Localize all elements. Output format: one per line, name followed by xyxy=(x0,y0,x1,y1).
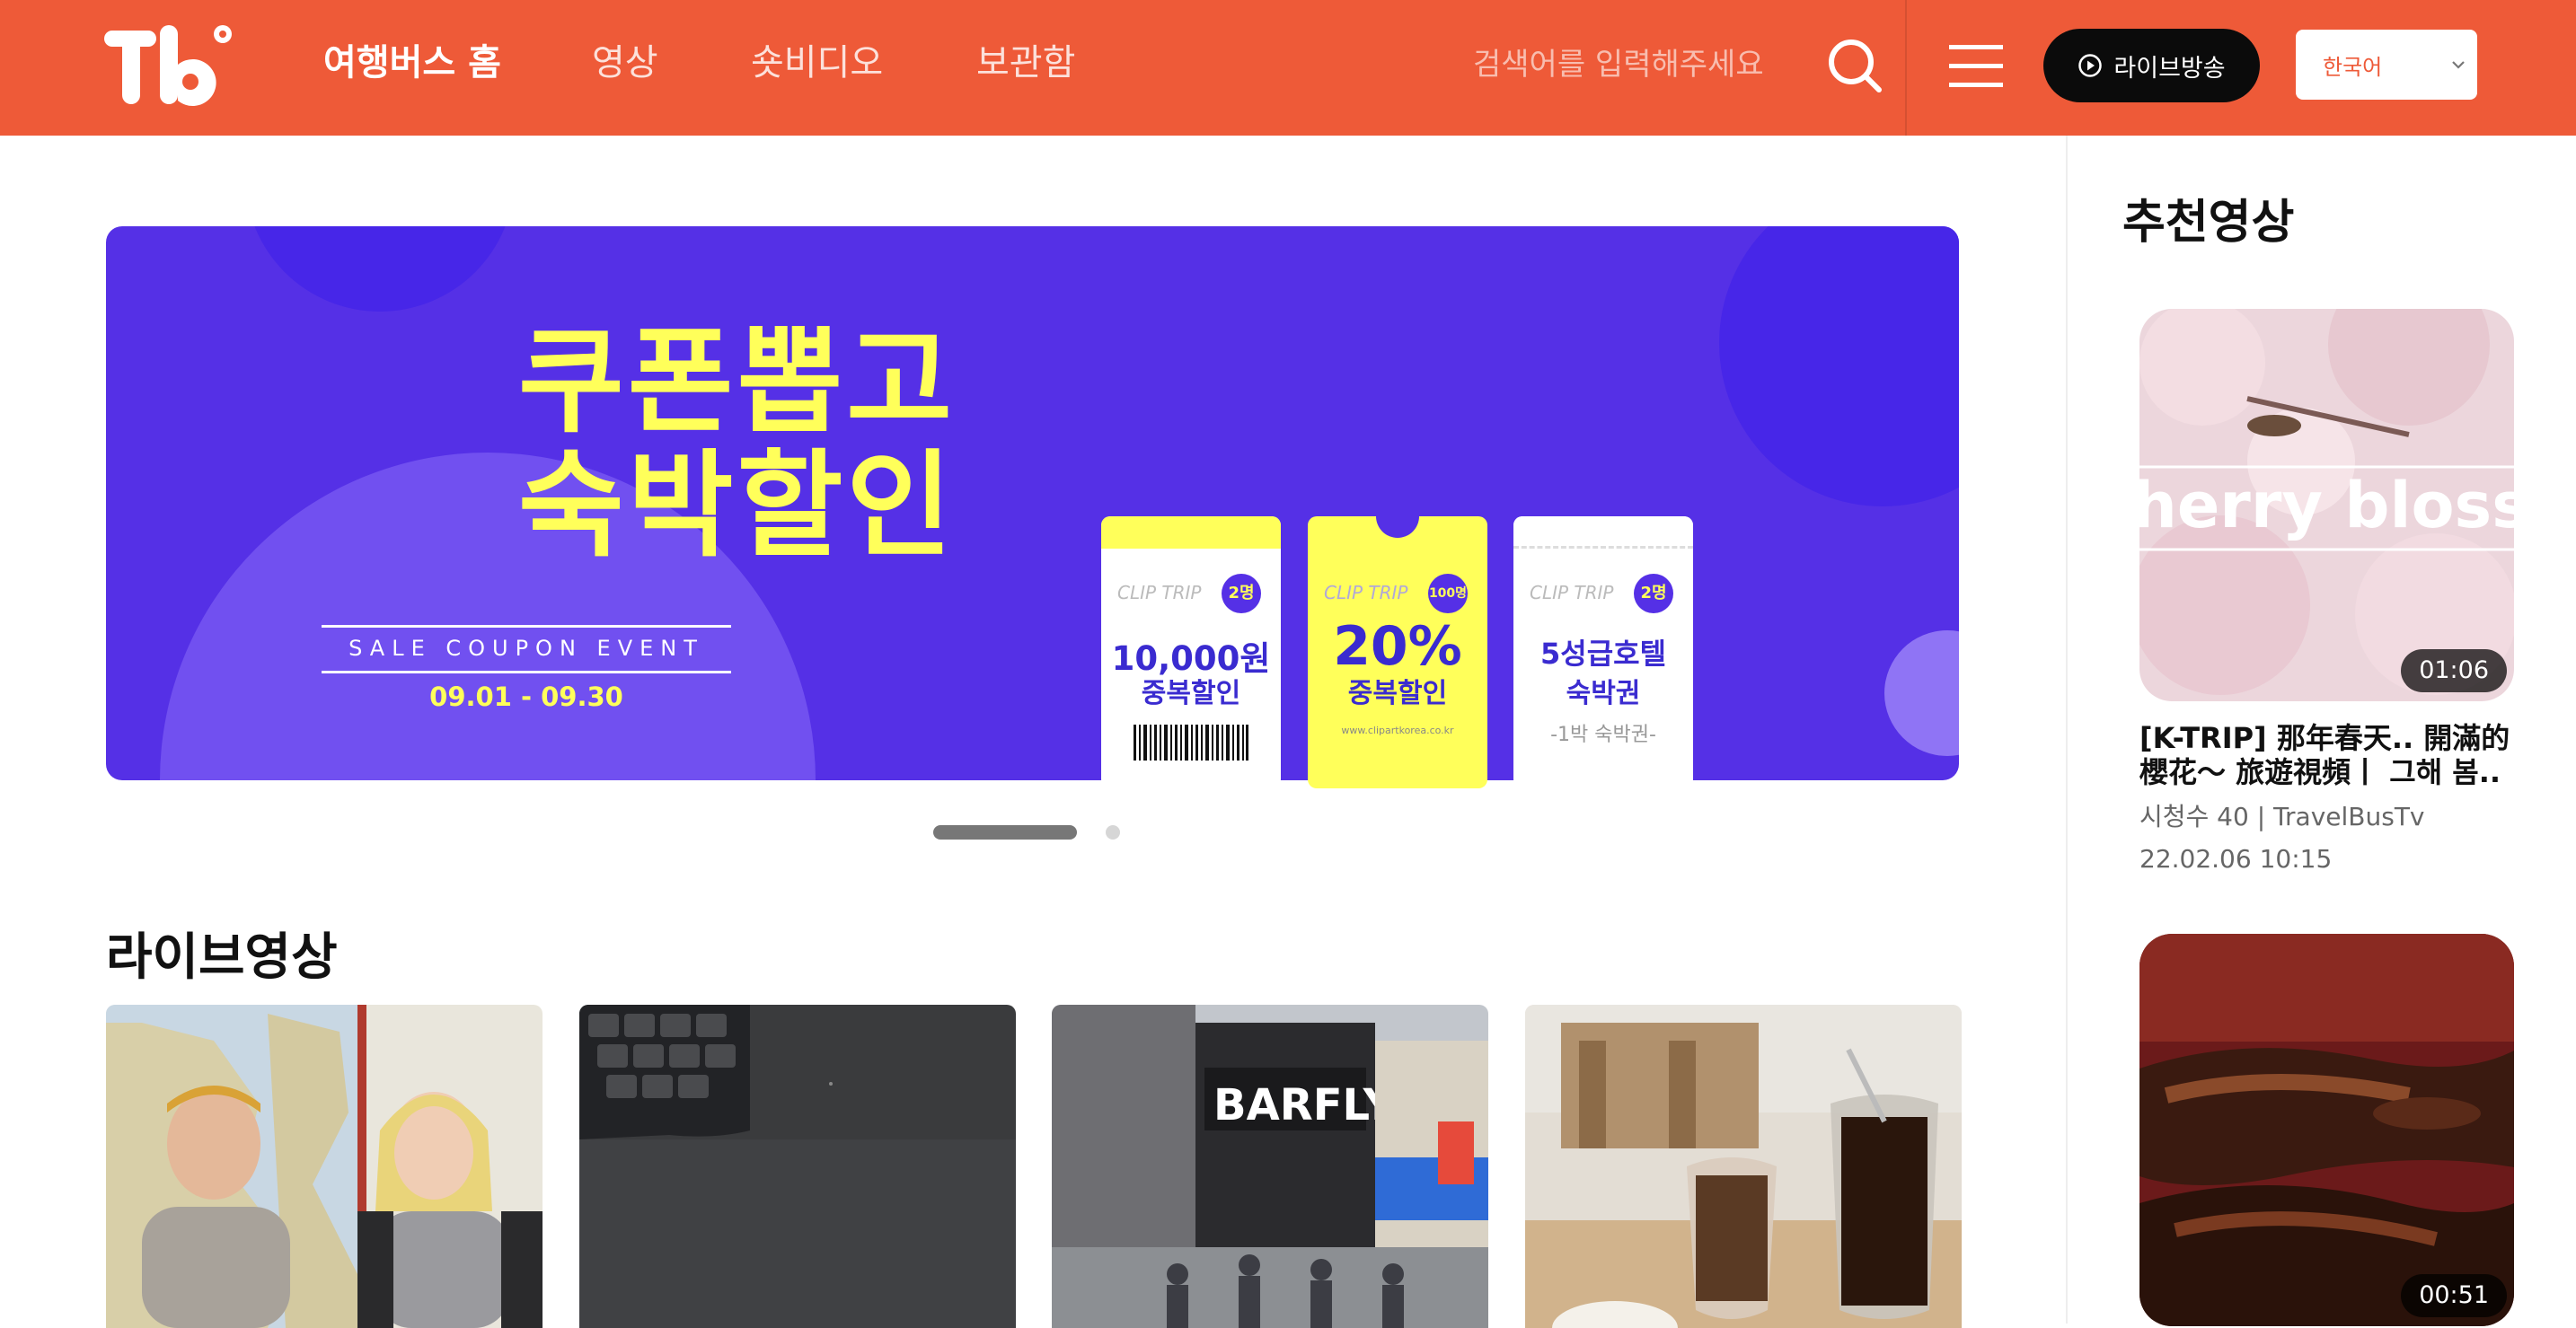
video-thumbnail-image xyxy=(106,1005,543,1328)
divider xyxy=(322,671,731,673)
recommended-video-thumbnail[interactable]: herry blossom 01:06 xyxy=(2139,309,2514,701)
coupon-subtitle: 숙박권 xyxy=(1566,678,1641,709)
coupon-card: CLIP TRIP 100명 20% 중복할인 www.clipartkorea… xyxy=(1308,516,1487,788)
video-thumbnail-image: BARFLY xyxy=(1052,1005,1488,1328)
live-video-card[interactable]: BARFLY xyxy=(1052,1005,1488,1328)
live-video-card[interactable] xyxy=(1525,1005,1962,1328)
pagination-dot[interactable] xyxy=(1106,825,1120,840)
video-thumbnail-image xyxy=(2139,934,2514,1326)
video-duration-badge: 01:06 xyxy=(2401,649,2507,692)
banner-event-label: SALE COUPON EVENT xyxy=(348,636,704,661)
video-duration-badge: 00:51 xyxy=(2401,1274,2507,1317)
coupon-note: www.clipartkorea.co.kr xyxy=(1341,725,1454,736)
nav-library[interactable]: 보관함 xyxy=(976,38,1075,88)
video-thumbnail-image: herry blossom xyxy=(2139,309,2514,701)
thumbnail-overlay-text: herry blossom xyxy=(2139,469,2514,542)
coupon-badge: 100명 xyxy=(1428,574,1468,613)
live-video-card[interactable] xyxy=(579,1005,1016,1328)
coupon-value: 20% xyxy=(1333,615,1462,678)
play-circle-icon xyxy=(2078,54,2103,77)
language-select[interactable]: 한국어 xyxy=(2296,30,2477,100)
hamburger-menu-icon[interactable] xyxy=(1947,40,2005,93)
coupon-brand: CLIP TRIP xyxy=(1530,582,1614,603)
coupon-brand: CLIP TRIP xyxy=(1324,582,1408,603)
recommended-video-views: 시청수 40 | TravelBusTv xyxy=(2139,802,2425,831)
video-thumbnail-image xyxy=(1525,1005,1962,1328)
coupon-card: CLIP TRIP 2명 5성급호텔 숙박권 -1박 숙박권- xyxy=(1513,516,1693,788)
coupon-card: CLIP TRIP 2명 10,000원 중복할인 xyxy=(1101,516,1281,788)
recommended-video-date: 22.02.06 10:15 xyxy=(2139,844,2333,874)
live-broadcast-button[interactable]: 라이브방송 xyxy=(2043,29,2260,102)
live-video-card[interactable] xyxy=(106,1005,543,1328)
pagination-dot-active[interactable] xyxy=(933,825,1077,840)
nav-videos[interactable]: 영상 xyxy=(592,38,658,88)
recommended-video-title[interactable]: [K-TRIP] 那年春天.. 開滿的櫻花〜 旅遊視頻丨 그해 봄.. xyxy=(2139,721,2517,789)
search-icon[interactable] xyxy=(1825,36,1884,95)
coupon-badge: 2명 xyxy=(1222,574,1261,613)
coupon-notch-icon xyxy=(1376,516,1419,538)
language-select-value: 한국어 xyxy=(2323,54,2383,80)
coupon-subtitle: 중복할인 xyxy=(1347,678,1448,709)
chevron-down-icon xyxy=(2452,61,2465,69)
recommended-video-thumbnail[interactable]: 00:51 xyxy=(2139,934,2514,1326)
coupon-subtitle: 중복할인 xyxy=(1141,678,1241,709)
search-input[interactable] xyxy=(1473,36,1796,93)
coupon-brand: CLIP TRIP xyxy=(1117,582,1202,603)
main-content: 쿠폰뽑고 숙박할인 SALE COUPON EVENT 09.01 - 09.3… xyxy=(0,136,2066,1328)
live-section-title: 라이브영상 xyxy=(106,928,338,987)
travelbus-logo[interactable] xyxy=(104,25,234,106)
sidebar-divider xyxy=(2066,136,2068,1324)
live-button-label: 라이브방송 xyxy=(2113,54,2226,83)
coupon-badge: 2명 xyxy=(1634,574,1673,613)
svg-text:BARFLY: BARFLY xyxy=(1213,1080,1396,1130)
coupon-note: -1박 숙박권- xyxy=(1550,724,1656,746)
recommended-title: 추천영상 xyxy=(2122,196,2295,250)
banner-date-range: 09.01 - 09.30 xyxy=(429,682,623,712)
header-divider xyxy=(1905,0,1907,136)
nav-home[interactable]: 여행버스 홈 xyxy=(323,38,501,88)
top-header: 여행버스 홈 영상 숏비디오 보관함 라이브방송 한국어 xyxy=(0,0,2576,136)
video-thumbnail-image xyxy=(579,1005,1016,1328)
barcode-icon xyxy=(1134,725,1248,761)
nav-short-videos[interactable]: 숏비디오 xyxy=(751,38,883,88)
banner-headline-1: 쿠폰뽑고 xyxy=(517,315,957,449)
coupon-value: 5성급호텔 xyxy=(1539,637,1667,671)
